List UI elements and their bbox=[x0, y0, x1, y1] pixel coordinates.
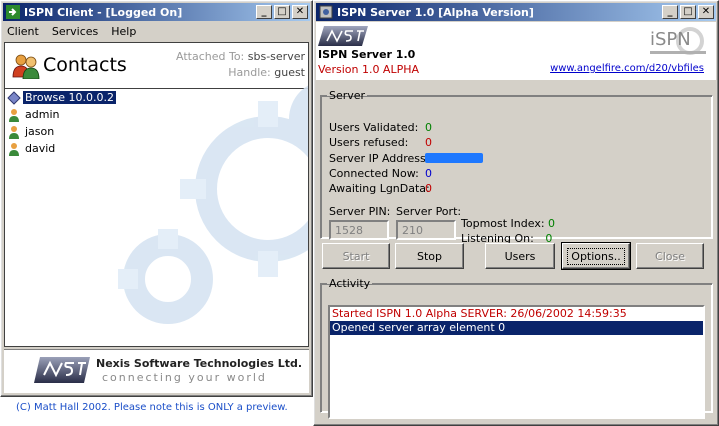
maximize-icon: □ bbox=[683, 6, 693, 17]
start-button-label: Start bbox=[342, 249, 370, 263]
close-server-button-label: Close bbox=[655, 249, 685, 263]
users-validated-value: 0 bbox=[425, 121, 432, 134]
users-refused-row: Users refused: 0 bbox=[329, 136, 432, 149]
options-button-label: Options.. bbox=[567, 247, 625, 265]
server-version: Version 1.0 ALPHA bbox=[318, 63, 420, 76]
nst-logo-icon bbox=[318, 26, 368, 46]
minimize-button[interactable]: _ bbox=[256, 5, 272, 19]
close-button[interactable]: ✕ bbox=[698, 5, 714, 19]
connected-now-label: Connected Now: bbox=[329, 167, 419, 180]
copyright-text: (C) Matt Hall 2002. Please note this is … bbox=[16, 402, 288, 413]
client-titlebar[interactable]: ISPN Client - [Logged On] _ □ ✕ bbox=[3, 3, 310, 21]
users-refused-label: Users refused: bbox=[329, 136, 409, 149]
contact-label: jason bbox=[25, 125, 55, 138]
topmost-index-value: 0 bbox=[548, 217, 556, 230]
minimize-icon: _ bbox=[261, 6, 267, 17]
minimize-button[interactable]: _ bbox=[662, 5, 678, 19]
company-tagline: connecting your world bbox=[102, 371, 267, 384]
server-ip-label: Server IP Address: bbox=[329, 152, 430, 165]
contact-label: admin bbox=[25, 108, 60, 121]
maximize-icon: □ bbox=[277, 6, 287, 17]
topmost-index-label: Topmost Index: bbox=[461, 217, 545, 230]
topmost-index-row: Topmost Index: 0 bbox=[461, 217, 555, 230]
users-validated-row: Users Validated: 0 bbox=[329, 121, 432, 134]
server-app-name: ISPN Server 1.0 bbox=[318, 48, 416, 61]
stop-button-label: Stop bbox=[416, 249, 442, 263]
awaiting-lgndata-value: 0 bbox=[425, 182, 432, 195]
handle-value: guest bbox=[274, 66, 305, 79]
attached-label: Attached To: bbox=[176, 50, 245, 63]
server-titlebar[interactable]: ISPN Server 1.0 [Alpha Version] _ □ ✕ bbox=[316, 3, 716, 21]
server-ip-row: Server IP Address: bbox=[329, 152, 483, 165]
close-icon: ✕ bbox=[701, 6, 711, 17]
users-button[interactable]: Users bbox=[485, 243, 555, 269]
server-app-icon bbox=[319, 5, 333, 19]
awaiting-lgndata-label: Awaiting LgnData: bbox=[329, 182, 430, 195]
connected-now-row: Connected Now: 0 bbox=[329, 167, 432, 180]
client-window-title: ISPN Client - [Logged On] bbox=[24, 5, 183, 19]
nexis-footer: Nexis Software Technologies Ltd. connect… bbox=[4, 349, 309, 393]
list-item[interactable]: david bbox=[5, 140, 308, 157]
stop-button[interactable]: Stop bbox=[395, 243, 464, 269]
users-validated-label: Users Validated: bbox=[329, 121, 419, 134]
handle-label: Handle: bbox=[228, 66, 271, 79]
start-button[interactable]: Start bbox=[322, 243, 390, 269]
server-ip-redacted bbox=[425, 153, 483, 163]
list-item[interactable]: Browse 10.0.0.2 bbox=[5, 89, 308, 106]
client-app-icon bbox=[6, 5, 20, 19]
ispn-logo-icon: iSPN bbox=[650, 27, 706, 55]
awaiting-lgndata-row: Awaiting LgnData: 0 bbox=[329, 182, 432, 195]
options-button[interactable]: Options.. bbox=[561, 242, 631, 270]
list-item[interactable]: jason bbox=[5, 123, 308, 140]
list-item[interactable]: admin bbox=[5, 106, 308, 123]
log-entry[interactable]: Opened server array element 0 bbox=[330, 321, 703, 335]
contacts-list[interactable]: Browse 10.0.0.2 admin jason david bbox=[5, 85, 308, 346]
contacts-people-icon bbox=[12, 54, 40, 79]
nst-logo-icon bbox=[34, 357, 90, 383]
connected-now-value: 0 bbox=[425, 167, 432, 180]
activity-group-label: Activity bbox=[329, 277, 371, 290]
ispn-logo-text: iSPN bbox=[650, 29, 691, 50]
users-button-label: Users bbox=[504, 249, 536, 263]
users-refused-value: 0 bbox=[425, 136, 432, 149]
user-icon bbox=[9, 125, 19, 139]
menu-help[interactable]: Help bbox=[111, 25, 136, 38]
close-server-button[interactable]: Close bbox=[636, 243, 704, 269]
attached-value: sbs-server bbox=[247, 50, 305, 63]
user-icon bbox=[9, 142, 19, 156]
server-window-title: ISPN Server 1.0 [Alpha Version] bbox=[337, 5, 534, 19]
minimize-icon: _ bbox=[667, 6, 673, 17]
server-pin-label: Server PIN: bbox=[329, 205, 391, 218]
contacts-panel: Contacts Attached To: sbs-server Handle:… bbox=[4, 42, 309, 347]
contacts-title: Contacts bbox=[43, 54, 127, 76]
menu-client[interactable]: Client bbox=[7, 25, 39, 38]
maximize-button[interactable]: □ bbox=[274, 5, 290, 19]
server-port-label: Server Port: bbox=[396, 205, 462, 218]
activity-groupbox: Activity Started ISPN 1.0 Alpha SERVER: … bbox=[320, 277, 713, 419]
user-icon bbox=[9, 108, 19, 122]
server-window: ISPN Server 1.0 [Alpha Version] _ □ ✕ iS… bbox=[313, 0, 719, 426]
client-menubar: Client Services Help bbox=[3, 22, 310, 40]
contact-label: david bbox=[25, 142, 56, 155]
close-icon: ✕ bbox=[295, 6, 305, 17]
browse-icon bbox=[7, 90, 21, 105]
server-pin-input[interactable]: 1528 bbox=[329, 220, 389, 240]
website-link[interactable]: www.angelfire.com/d20/vbfiles bbox=[550, 63, 704, 74]
server-groupbox: Server Users Validated: 0 Users refused:… bbox=[320, 89, 713, 245]
menu-services[interactable]: Services bbox=[52, 25, 98, 38]
activity-log[interactable]: Started ISPN 1.0 Alpha SERVER: 26/06/200… bbox=[328, 305, 705, 419]
server-header: iSPN ISPN Server 1.0 Version 1.0 ALPHA w… bbox=[316, 22, 716, 80]
maximize-button[interactable]: □ bbox=[680, 5, 696, 19]
company-name: Nexis Software Technologies Ltd. bbox=[96, 357, 303, 370]
contact-label: Browse 10.0.0.2 bbox=[23, 91, 117, 104]
attach-info: Attached To: sbs-server Handle: guest bbox=[176, 49, 305, 81]
client-window: ISPN Client - [Logged On] _ □ ✕ Client S… bbox=[0, 0, 313, 397]
close-button[interactable]: ✕ bbox=[292, 5, 308, 19]
server-group-label: Server bbox=[329, 89, 366, 102]
log-entry[interactable]: Started ISPN 1.0 Alpha SERVER: 26/06/200… bbox=[330, 307, 703, 321]
server-port-input[interactable]: 210 bbox=[396, 220, 456, 240]
